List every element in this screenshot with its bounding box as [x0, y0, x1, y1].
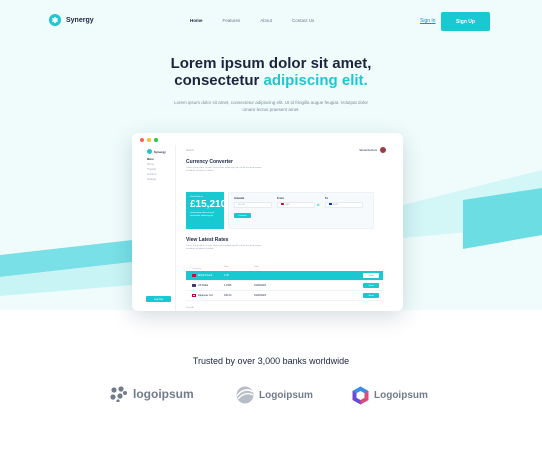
date-cell: 01/06/2023: [254, 284, 266, 287]
send-button[interactable]: Send: [363, 283, 379, 288]
avatar: [380, 147, 386, 153]
balance-card: Total Balance £15,210 Lorem ipsum dolor …: [186, 192, 227, 229]
search-input[interactable]: Search: [186, 149, 194, 152]
window-controls: [140, 138, 158, 142]
nav-link-contact[interactable]: Contact Us: [292, 18, 314, 23]
headline-line-2: consectetur adipiscing elit.: [0, 72, 542, 89]
converter-title: Currency Converter: [186, 159, 233, 165]
table-row[interactable]: US Dollar 1.2345 01/06/2023 Send: [186, 281, 383, 291]
rate-cell: 1.2345: [224, 284, 232, 287]
to-value: EUR: [333, 204, 338, 206]
to-label: To: [325, 197, 329, 200]
partner-logo-1: logoipsum: [110, 386, 194, 402]
rates-description: Lorem ipsum dolor sit amet consectetur a…: [186, 245, 262, 250]
balance-note: Lorem ipsum dolor sit amet consectetur a…: [190, 212, 215, 217]
date-cell: 01/06/2023: [254, 294, 266, 297]
sidebar-menu: Menu Home Transfer Account Settings: [147, 158, 156, 183]
currency-cell: Japanese Yen: [186, 294, 224, 297]
rates-title: View Latest Rates: [186, 237, 229, 243]
rate-cell: 1.00: [224, 274, 229, 277]
converter-form: Amount £15.00 From GBP ⇄ To EUR Convert: [228, 192, 374, 229]
brand-name: Synergy: [66, 16, 94, 24]
landing-page: ✱ Synergy Home Features About Contact Us…: [0, 0, 542, 459]
sidebar-logo-icon: [147, 149, 152, 154]
us-flag-icon: [192, 284, 196, 287]
headline-plain: consectetur: [174, 72, 260, 89]
headline-line-1: Lorem ipsum dolor sit amet,: [170, 55, 372, 72]
nav-links: Home Features About Contact Us: [190, 18, 314, 23]
cluster-logo-icon: [110, 386, 127, 402]
nav-link-about[interactable]: About: [260, 18, 272, 23]
hero-headline: Lorem ipsum dolor sit amet, consectetur …: [0, 55, 542, 89]
close-dot-icon: [140, 138, 144, 142]
sidebar-brand: Synergy: [147, 149, 166, 154]
gb-flag-icon: [281, 203, 284, 205]
swap-icon[interactable]: ⇄: [317, 203, 320, 207]
to-select[interactable]: EUR: [325, 202, 363, 208]
trusted-heading: Trusted by over 3,000 banks worldwide: [192, 356, 350, 366]
hexagon-logo-icon: [352, 386, 369, 405]
rate-cell: 150.20: [224, 294, 232, 297]
currency-cell: US Dollar: [186, 284, 224, 287]
partner-logo-text: Logoipsum: [259, 389, 313, 401]
from-label: From: [277, 197, 284, 200]
sidebar-item-settings[interactable]: Settings: [147, 178, 156, 183]
balance-label: Total Balance: [190, 196, 204, 198]
app-sidebar: Synergy Menu Home Transfer Account Setti…: [132, 145, 176, 311]
from-value: GBP: [285, 204, 290, 206]
sign-in-link[interactable]: Sign In: [420, 18, 436, 24]
currency-cell: British Pound: [186, 274, 224, 277]
converter-description: Lorem ipsum dolor sit amet consectetur a…: [186, 167, 262, 172]
eu-flag-icon: [329, 203, 332, 205]
amount-field[interactable]: £15.00: [234, 202, 272, 208]
headline-accent: adipiscing elit.: [263, 72, 368, 89]
send-button[interactable]: Send: [363, 273, 379, 278]
balance-amount: £15,210: [190, 199, 227, 210]
sign-up-button[interactable]: Sign Up: [441, 12, 490, 31]
convert-button[interactable]: Convert: [234, 213, 251, 218]
from-select[interactable]: GBP: [277, 202, 315, 208]
top-nav: ✱ Synergy Home Features About Contact Us…: [0, 12, 542, 34]
table-row[interactable]: Japanese Yen 150.20 01/06/2023 Send: [186, 291, 383, 301]
send-button[interactable]: Send: [363, 293, 379, 298]
jp-flag-icon: [192, 294, 196, 297]
currency-name: US Dollar: [198, 284, 209, 287]
partner-logo-2: Logoipsum: [236, 386, 313, 404]
minimize-dot-icon: [147, 138, 151, 142]
currency-name: Japanese Yen: [198, 294, 214, 297]
nav-link-features[interactable]: Features: [223, 18, 241, 23]
app-mockup: Synergy Menu Home Transfer Account Setti…: [132, 133, 403, 311]
table-row[interactable]: British Pound 1.00 Send: [186, 271, 383, 281]
app-main: Search Samantha Ross Currency Converter …: [178, 145, 403, 311]
partner-logo-3: Logoipsum: [352, 386, 428, 405]
partner-logo-text: logoipsum: [133, 387, 194, 401]
sidebar-brand-name: Synergy: [154, 149, 166, 154]
brand-logo[interactable]: ✱ Synergy: [49, 14, 94, 26]
amount-label: Amount: [234, 197, 245, 200]
gb-flag-icon: [192, 274, 196, 277]
logo-icon: ✱: [49, 14, 61, 26]
maximize-dot-icon: [154, 138, 158, 142]
view-all-link[interactable]: View All: [186, 307, 194, 309]
currency-name: British Pound: [198, 274, 213, 277]
user-name: Samantha Ross: [359, 148, 377, 152]
user-menu[interactable]: Samantha Ross: [359, 147, 386, 153]
partner-logo-text: Logoipsum: [374, 390, 428, 401]
nav-link-home[interactable]: Home: [190, 18, 203, 23]
hero-subheadline: Lorem ipsum dolor sit amet, consectetur …: [173, 100, 369, 112]
rates-table: Currency Rate Date British Pound 1.00 Se…: [186, 266, 383, 301]
sphere-logo-icon: [236, 386, 254, 404]
logout-button[interactable]: Log Out: [146, 296, 171, 302]
